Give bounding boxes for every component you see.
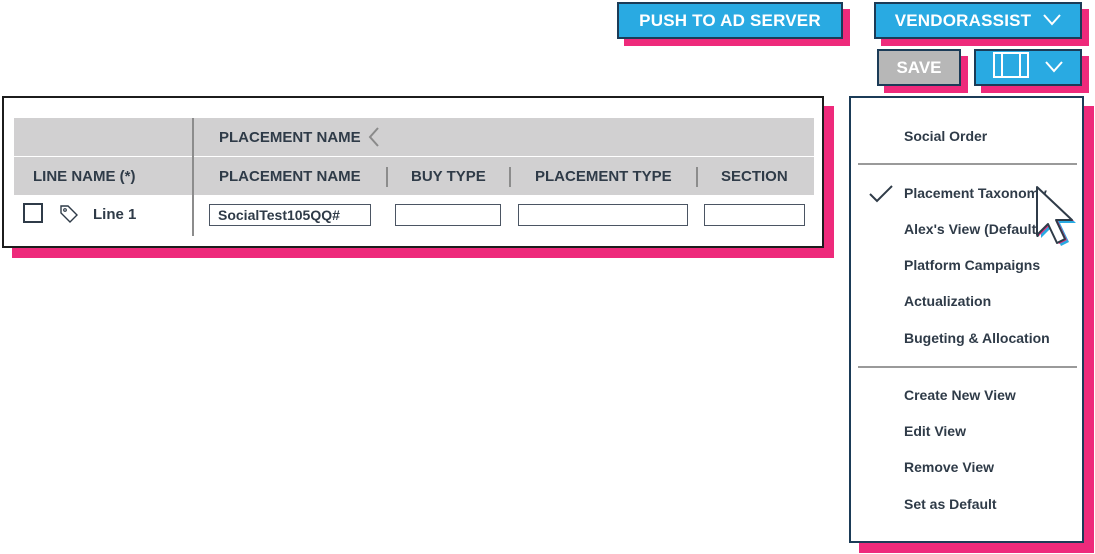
chevron-down-icon bbox=[1043, 11, 1062, 31]
placement-type-input[interactable] bbox=[518, 204, 688, 226]
placement-table: PLACEMENT NAME LINE NAME (*) PLACEMENT N… bbox=[2, 96, 824, 248]
vendorassist-label: VENDORASSIST bbox=[894, 10, 1032, 30]
column-header-section[interactable]: SECTION bbox=[721, 168, 788, 185]
cursor-icon bbox=[1030, 183, 1080, 255]
save-label: SAVE bbox=[896, 57, 942, 77]
line-name-cell: Line 1 bbox=[93, 206, 137, 223]
save-button[interactable]: SAVE bbox=[877, 49, 961, 86]
column-view-menu-button[interactable] bbox=[974, 49, 1082, 86]
chevron-left-icon[interactable] bbox=[368, 127, 380, 152]
column-header-line-name[interactable]: LINE NAME (*) bbox=[33, 168, 136, 185]
menu-item-set-as-default[interactable]: Set as Default bbox=[904, 496, 997, 512]
column-divider bbox=[386, 167, 388, 187]
menu-item-placement-taxonomy[interactable]: Placement Taxonomy bbox=[904, 185, 1047, 201]
menu-item-budgeting-allocation[interactable]: Bugeting & Allocation bbox=[904, 330, 1050, 346]
column-divider bbox=[509, 167, 511, 187]
group-header-placement-name: PLACEMENT NAME bbox=[219, 129, 361, 146]
column-divider bbox=[696, 167, 698, 187]
table-row: Line 1 bbox=[14, 196, 814, 232]
menu-item-edit-view[interactable]: Edit View bbox=[904, 423, 966, 439]
menu-item-actualization[interactable]: Actualization bbox=[904, 293, 991, 309]
group-header-row: PLACEMENT NAME bbox=[14, 118, 814, 156]
menu-separator bbox=[858, 163, 1077, 165]
menu-item-remove-view[interactable]: Remove View bbox=[904, 459, 994, 475]
vendorassist-button[interactable]: VENDORASSIST bbox=[874, 2, 1082, 39]
column-header-placement-name[interactable]: PLACEMENT NAME bbox=[219, 168, 361, 185]
chevron-down-icon bbox=[1045, 58, 1063, 78]
push-to-ad-server-button[interactable]: PUSH TO AD SERVER bbox=[617, 2, 843, 39]
menu-item-alexs-view[interactable]: Alex's View (Default) bbox=[904, 221, 1041, 237]
columns-icon bbox=[993, 52, 1029, 83]
row-checkbox[interactable] bbox=[23, 203, 43, 223]
menu-separator bbox=[858, 366, 1077, 368]
menu-item-platform-campaigns[interactable]: Platform Campaigns bbox=[904, 257, 1040, 273]
buy-type-input[interactable] bbox=[395, 204, 501, 226]
column-header-buy-type[interactable]: BUY TYPE bbox=[411, 168, 486, 185]
column-header-row: LINE NAME (*) PLACEMENT NAME BUY TYPE PL… bbox=[14, 156, 814, 195]
view-dropdown-menu: Social Order Placement Taxonomy Alex's V… bbox=[849, 96, 1084, 543]
placement-name-input[interactable] bbox=[209, 204, 371, 226]
push-to-ad-server-label: PUSH TO AD SERVER bbox=[639, 10, 821, 30]
menu-item-create-new-view[interactable]: Create New View bbox=[904, 387, 1016, 403]
menu-item-social-order[interactable]: Social Order bbox=[904, 128, 987, 144]
section-input[interactable] bbox=[704, 204, 805, 226]
tag-icon[interactable] bbox=[59, 204, 79, 229]
checkmark-icon bbox=[869, 185, 893, 208]
column-header-placement-type[interactable]: PLACEMENT TYPE bbox=[535, 168, 672, 185]
